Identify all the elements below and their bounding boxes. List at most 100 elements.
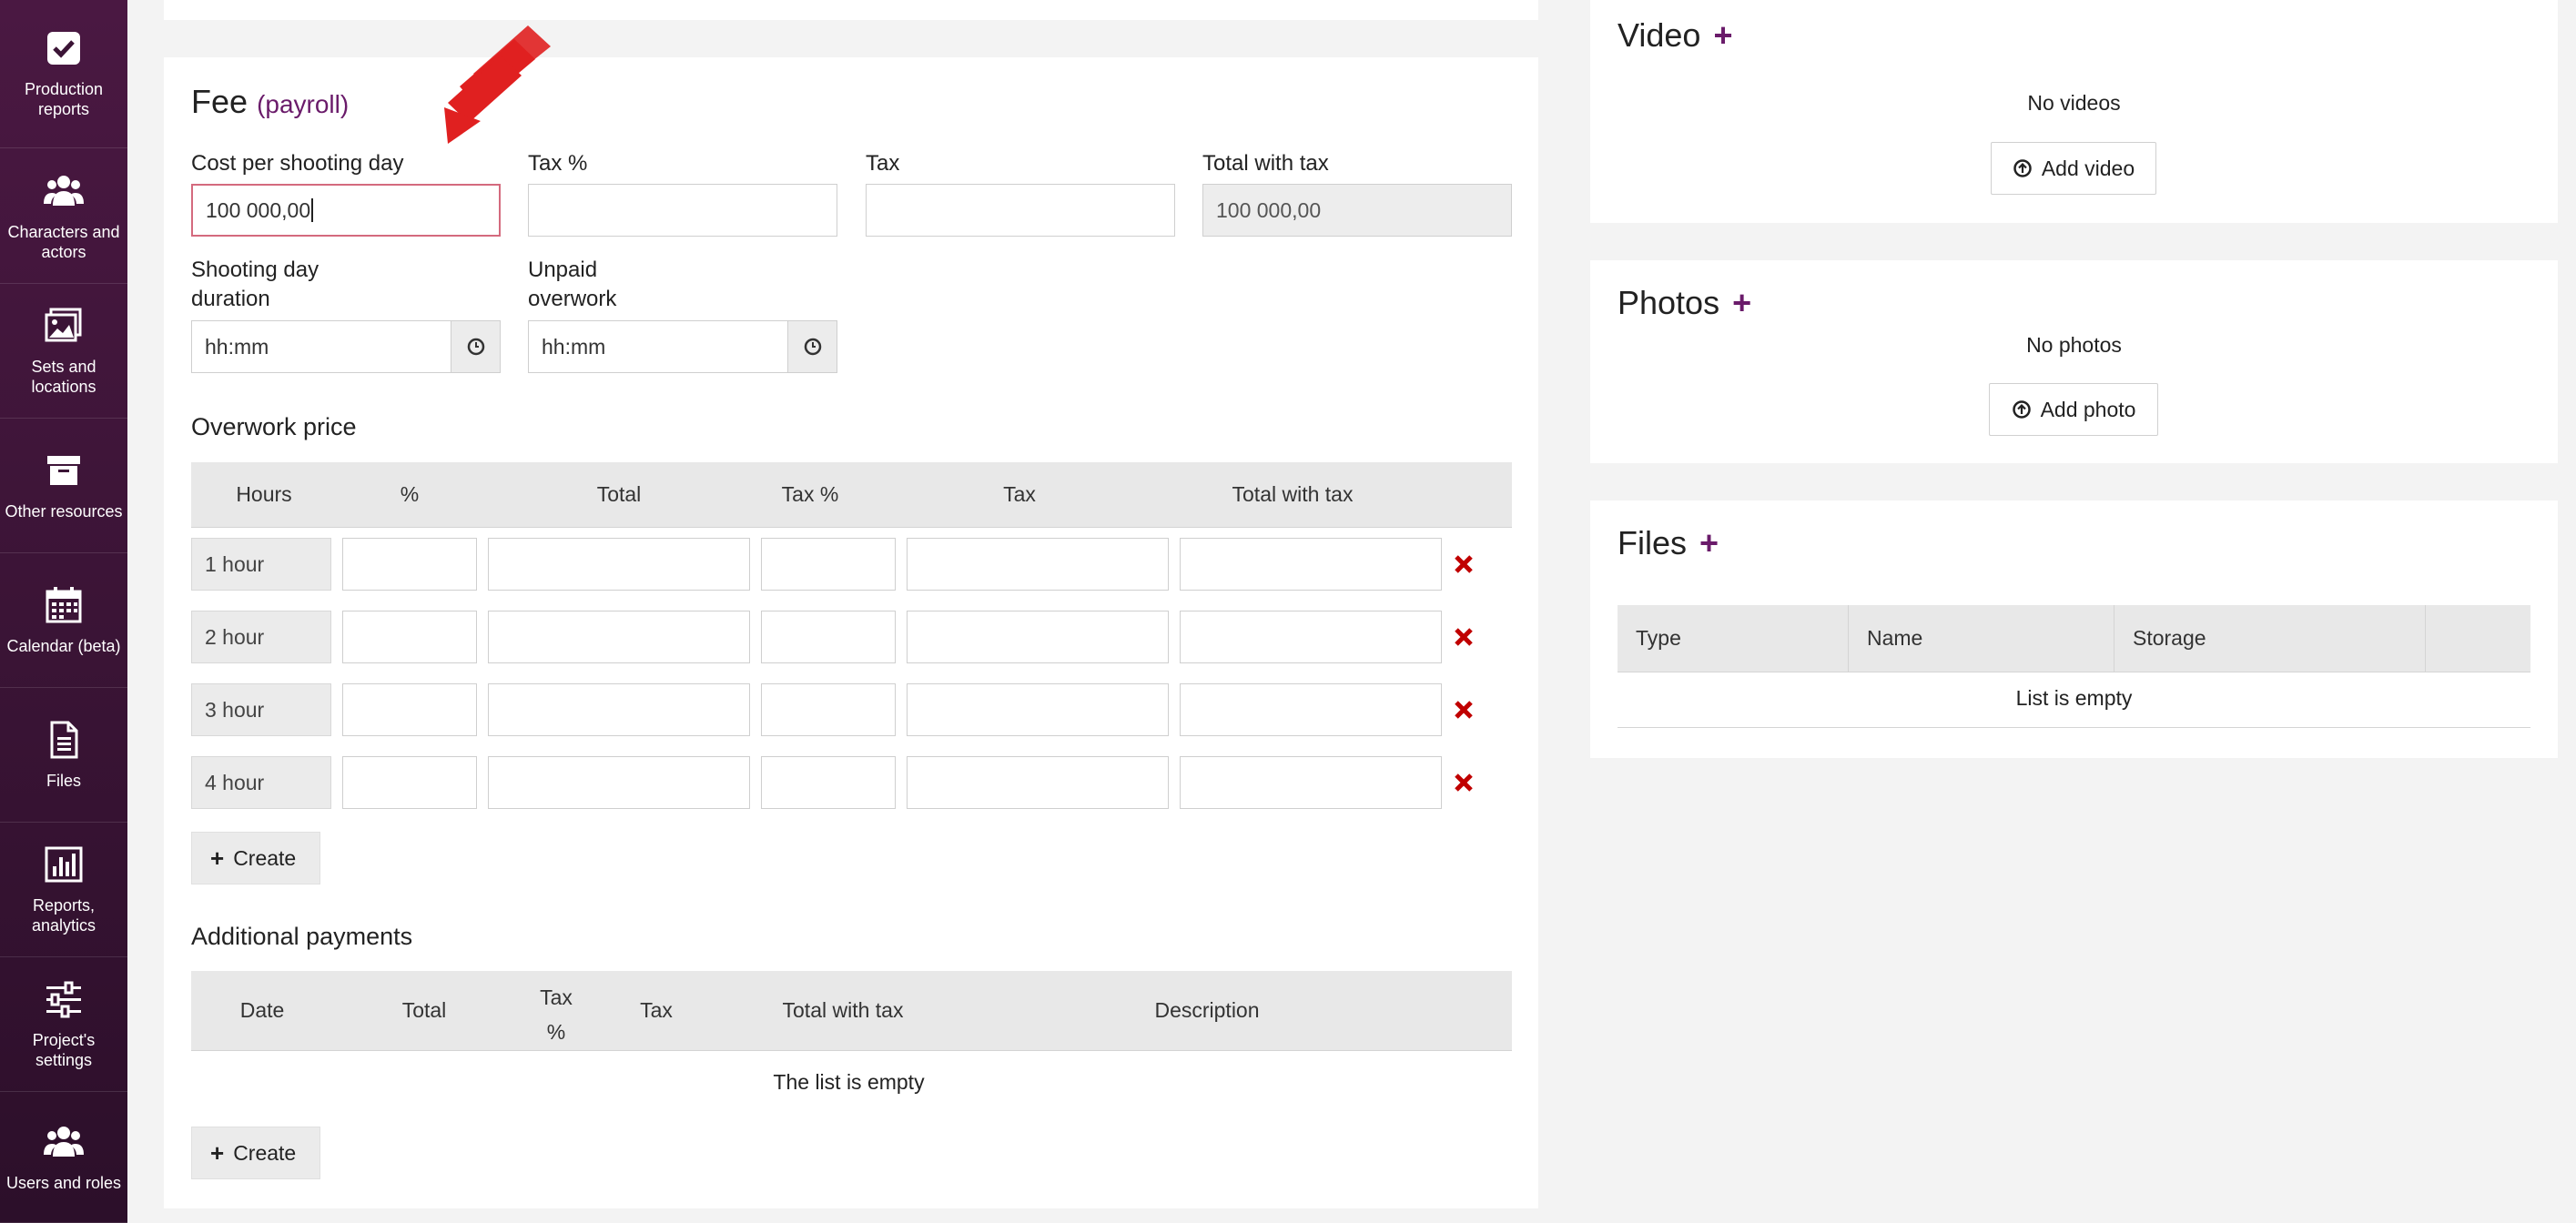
clock-icon xyxy=(804,338,821,356)
sidebar-item-characters[interactable]: Characters and actors xyxy=(0,149,127,284)
delete-icon[interactable] xyxy=(1453,626,1475,648)
overwork-placeholder: hh:mm xyxy=(542,334,606,359)
fee-subtitle[interactable]: (payroll) xyxy=(257,90,349,118)
additional-title: Additional payments xyxy=(191,923,413,950)
total-input[interactable] xyxy=(488,538,750,591)
col-hours: Hours xyxy=(236,482,292,506)
cost-label: Cost per shooting day xyxy=(191,151,404,176)
tax-input[interactable] xyxy=(907,611,1169,663)
add-photo-label: Add photo xyxy=(2040,397,2136,421)
sidebar-item-reports[interactable]: Reports, analytics xyxy=(0,823,127,957)
upload-circle-icon xyxy=(2012,400,2031,419)
sidebar-item-calendar[interactable]: Calendar (beta) xyxy=(0,553,127,688)
additional-empty-text: The list is empty xyxy=(773,1070,925,1094)
col-tax: Tax xyxy=(1003,482,1036,506)
hour-cell: 3 hour xyxy=(191,683,331,736)
files-panel: Files + Type Name Storage List is empty xyxy=(1590,500,2558,758)
tax-label: Tax xyxy=(866,151,900,176)
delete-icon[interactable] xyxy=(1453,553,1475,575)
additional-create-button[interactable]: + Create xyxy=(191,1127,320,1179)
duration-label: Shooting day duration xyxy=(191,258,319,311)
percent-input[interactable] xyxy=(342,538,477,591)
divider xyxy=(1618,727,2530,728)
tax-input[interactable] xyxy=(866,184,1175,237)
add-file-plus-icon[interactable]: + xyxy=(1699,524,1719,562)
duration-placeholder: hh:mm xyxy=(205,334,269,359)
col-description: Description xyxy=(1154,998,1260,1022)
total-value: 100 000,00 xyxy=(1216,197,1322,222)
total-with-tax-input[interactable] xyxy=(1180,683,1442,736)
chart-icon xyxy=(45,846,83,882)
total-label: Total with tax xyxy=(1202,151,1329,176)
additional-table-header: Date Total Tax% Tax Total with tax Descr… xyxy=(191,971,1512,1051)
total-input[interactable] xyxy=(488,611,750,663)
percent-input[interactable] xyxy=(342,756,477,809)
checkbox-icon xyxy=(47,32,80,65)
photos-empty-text: No photos xyxy=(2026,333,2122,357)
total-with-tax-input[interactable] xyxy=(1180,538,1442,591)
col-total-with-tax: Total with tax xyxy=(1232,482,1354,506)
taxpct-input[interactable] xyxy=(761,756,896,809)
sidebar-item-sets[interactable]: Sets and locations xyxy=(0,284,127,419)
delete-icon[interactable] xyxy=(1453,772,1475,793)
duration-clock-button[interactable] xyxy=(451,321,500,372)
sidebar-item-users-roles[interactable]: Users and roles xyxy=(0,1092,127,1223)
col-name: Name xyxy=(1867,626,1923,650)
plus-icon: + xyxy=(210,844,225,872)
plus-icon: + xyxy=(210,1138,225,1167)
hour-cell: 1 hour xyxy=(191,538,331,591)
fee-title: Fee xyxy=(191,83,248,120)
cost-input[interactable]: 100 000,00 xyxy=(191,184,501,237)
taxpct-input[interactable] xyxy=(761,611,896,663)
add-video-plus-icon[interactable]: + xyxy=(1713,16,1732,55)
add-photo-plus-icon[interactable]: + xyxy=(1732,284,1751,322)
sidebar-item-files[interactable]: Files xyxy=(0,688,127,823)
sidebar-item-label: Calendar (beta) xyxy=(6,636,121,655)
percent-input[interactable] xyxy=(342,611,477,663)
sidebar-item-label: Sets and locations xyxy=(31,357,96,396)
files-empty-text: List is empty xyxy=(2015,686,2133,710)
percent-input[interactable] xyxy=(342,683,477,736)
total-with-tax-input[interactable] xyxy=(1180,611,1442,663)
delete-icon[interactable] xyxy=(1453,699,1475,721)
sidebar-item-label: Files xyxy=(46,771,81,790)
col-total: Total xyxy=(596,482,642,506)
taxpct-label: Tax % xyxy=(528,151,588,176)
col-date: Date xyxy=(239,998,285,1022)
total-input[interactable] xyxy=(488,756,750,809)
upload-circle-icon xyxy=(2013,159,2032,177)
overwork-input[interactable]: hh:mm xyxy=(528,320,837,373)
sliders-icon xyxy=(46,981,81,1017)
add-photo-button[interactable]: Add photo xyxy=(1989,383,2158,436)
video-heading: Video + xyxy=(1618,16,1732,55)
overwork-create-button[interactable]: + Create xyxy=(191,832,320,884)
taxpct-input[interactable] xyxy=(528,184,837,237)
sidebar-item-label: Production reports xyxy=(24,80,104,118)
users-icon xyxy=(44,175,84,206)
add-video-button[interactable]: Add video xyxy=(1991,142,2156,195)
sidebar-item-label: Other resources xyxy=(5,501,123,521)
sidebar-item-label: Project's settings xyxy=(32,1030,96,1069)
tax-input[interactable] xyxy=(907,683,1169,736)
sidebar-item-other-resources[interactable]: Other resources xyxy=(0,419,127,553)
col-total-with-tax: Total with tax xyxy=(782,998,904,1022)
sidebar-item-production-reports[interactable]: Production reports xyxy=(0,0,127,148)
files-title: Files xyxy=(1618,524,1688,561)
tax-input[interactable] xyxy=(907,756,1169,809)
taxpct-input[interactable] xyxy=(761,683,896,736)
fee-panel: Fee (payroll) Cost per shooting day 100 … xyxy=(164,25,1538,1208)
overwork-label: Unpaid overwork xyxy=(528,258,617,311)
sidebar-item-project-settings[interactable]: Project's settings xyxy=(0,957,127,1092)
sidebar: Production reports Characters and actors… xyxy=(0,0,127,1223)
overwork-clock-button[interactable] xyxy=(787,321,837,372)
taxpct-input[interactable] xyxy=(761,538,896,591)
total-input[interactable] xyxy=(488,683,750,736)
tax-input[interactable] xyxy=(907,538,1169,591)
files-table-header: Type Name Storage xyxy=(1618,605,2530,672)
duration-input[interactable]: hh:mm xyxy=(191,320,501,373)
total-with-tax-input[interactable] xyxy=(1180,756,1442,809)
col-taxpct: Tax % xyxy=(781,482,839,506)
photos-heading: Photos + xyxy=(1618,284,1751,322)
sidebar-item-label: Characters and actors xyxy=(7,222,120,261)
col-tax: Tax xyxy=(640,998,673,1022)
